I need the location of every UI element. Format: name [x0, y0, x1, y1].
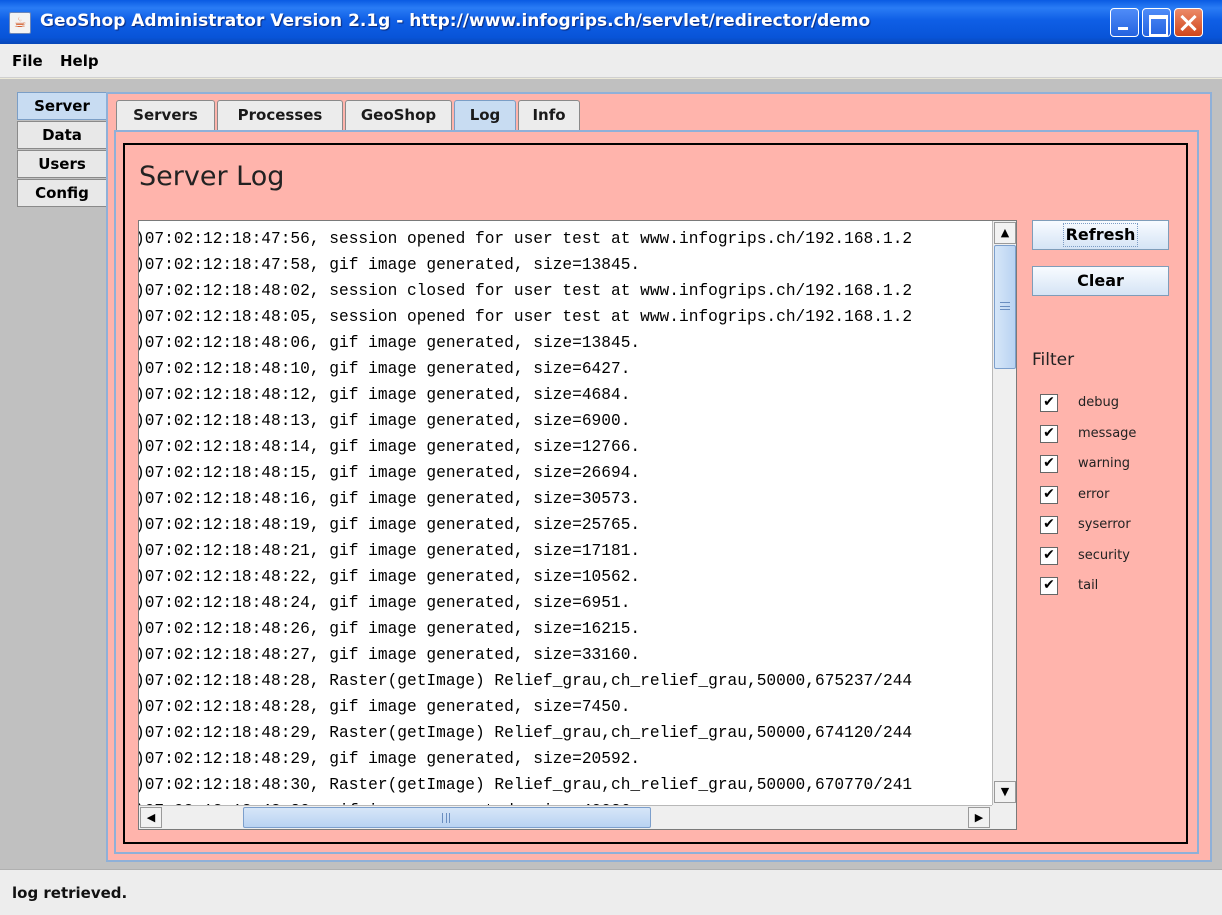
menu-file[interactable]: File: [12, 52, 43, 70]
menu-bar: File Help: [0, 44, 1222, 78]
log-line: )07:02:12:18:48:30, Raster(getImage) Rel…: [139, 776, 913, 794]
log-line: )07:02:12:18:48:30, gif image generated,…: [139, 798, 912, 805]
log-line: )07:02:12:18:47:58, gif image generated,…: [139, 256, 641, 274]
log-line: )07:02:12:18:48:06, gif image generated,…: [139, 334, 641, 352]
tab-processes[interactable]: Processes: [217, 100, 343, 130]
minimize-button[interactable]: [1110, 8, 1139, 37]
log-line: )07:02:12:18:48:15, gif image generated,…: [139, 464, 641, 482]
log-line: )07:02:12:18:48:12, gif image generated,…: [139, 386, 631, 404]
scroll-right-arrow-icon[interactable]: ▶: [968, 807, 990, 828]
log-viewport[interactable]: )07:02:12:18:47:56, session opened for u…: [139, 221, 992, 805]
log-line: )07:02:12:18:48:28, gif image generated,…: [139, 698, 631, 716]
log-line: )07:02:12:18:48:26, gif image generated,…: [139, 620, 641, 638]
java-cup-icon: ☕: [9, 12, 31, 34]
status-text: log retrieved.: [12, 884, 128, 902]
filter-checkbox-error[interactable]: ✔: [1040, 485, 1058, 504]
status-bar: log retrieved.: [0, 869, 1222, 915]
scroll-down-arrow-icon[interactable]: ▼: [994, 781, 1016, 803]
tab-info[interactable]: Info: [518, 100, 580, 130]
title-bar[interactable]: ☕ GeoShop Administrator Version 2.1g - h…: [0, 0, 1222, 44]
filter-checkbox-syserror[interactable]: ✔: [1040, 516, 1058, 534]
vertical-scroll-thumb[interactable]: [994, 245, 1016, 369]
log-line: )07:02:12:18:48:21, gif image generated,…: [139, 542, 641, 560]
page-title: Server Log: [139, 161, 285, 192]
side-tab-users[interactable]: Users: [17, 150, 106, 178]
filter-label-debug: debug: [1078, 395, 1119, 410]
clear-button[interactable]: Clear: [1032, 266, 1169, 296]
menu-help[interactable]: Help: [60, 52, 99, 70]
filter-checkbox-security[interactable]: ✔: [1040, 546, 1058, 565]
log-line: )07:02:12:18:48:28, Raster(getImage) Rel…: [139, 672, 913, 690]
scroll-up-arrow-icon[interactable]: ▲: [994, 222, 1016, 244]
tab-geoshop[interactable]: GeoShop: [345, 100, 452, 130]
log-line: )07:02:12:18:48:16, gif image generated,…: [139, 490, 641, 508]
side-tab-server[interactable]: Server: [17, 92, 106, 120]
refresh-button[interactable]: Refresh: [1032, 220, 1169, 250]
log-line: )07:02:12:18:48:13, gif image generated,…: [139, 412, 631, 430]
side-tab-data[interactable]: Data: [17, 121, 106, 149]
log-text-area[interactable]: )07:02:12:18:47:56, session opened for u…: [138, 220, 1017, 830]
log-line: )07:02:12:18:48:29, Raster(getImage) Rel…: [139, 724, 913, 742]
log-lines: )07:02:12:18:47:56, session opened for u…: [139, 226, 912, 805]
horizontal-scroll-thumb[interactable]: [243, 807, 651, 828]
log-line: )07:02:12:18:48:22, gif image generated,…: [139, 568, 641, 586]
filter-label-warning: warning: [1078, 456, 1131, 471]
log-line: )07:02:12:18:48:19, gif image generated,…: [139, 516, 641, 534]
refresh-button-label: Refresh: [1062, 223, 1139, 247]
log-line: )07:02:12:18:48:10, gif image generated,…: [139, 360, 631, 378]
tab-log[interactable]: Log: [454, 100, 516, 130]
log-line: )07:02:12:18:47:56, session opened for u…: [139, 230, 913, 248]
filter-checkbox-debug[interactable]: ✔: [1040, 394, 1058, 412]
window-title: GeoShop Administrator Version 2.1g - htt…: [40, 11, 871, 31]
log-line: )07:02:12:18:48:02, session closed for u…: [139, 282, 913, 300]
side-tab-config[interactable]: Config: [17, 179, 106, 207]
grip-icon: [1000, 302, 1010, 310]
filter-label-syserror: syserror: [1078, 517, 1131, 532]
tab-servers[interactable]: Servers: [116, 100, 215, 130]
filter-checkbox-tail[interactable]: ✔: [1040, 577, 1058, 595]
log-line: )07:02:12:18:48:05, session opened for u…: [139, 308, 913, 326]
filter-label-security: security: [1078, 547, 1130, 563]
vertical-scrollbar[interactable]: ▲ ▼: [992, 221, 1016, 805]
filter-label-error: error: [1078, 486, 1110, 502]
scroll-left-arrow-icon[interactable]: ◀: [140, 807, 162, 828]
grip-icon: [442, 813, 450, 823]
close-button[interactable]: [1174, 8, 1203, 37]
filter-checkbox-message[interactable]: ✔: [1040, 424, 1058, 443]
filter-label-tail: tail: [1078, 578, 1099, 593]
maximize-button[interactable]: [1142, 8, 1171, 37]
filter-checkbox-warning[interactable]: ✔: [1040, 455, 1058, 473]
scroll-corner: [992, 805, 1016, 829]
horizontal-scrollbar[interactable]: ◀ ▶: [139, 805, 992, 829]
filter-heading: Filter: [1032, 350, 1075, 370]
log-line: )07:02:12:18:48:14, gif image generated,…: [139, 438, 641, 456]
filter-label-message: message: [1078, 425, 1137, 441]
log-line: )07:02:12:18:48:29, gif image generated,…: [139, 750, 641, 768]
log-line: )07:02:12:18:48:27, gif image generated,…: [139, 646, 641, 664]
log-line: )07:02:12:18:48:24, gif image generated,…: [139, 594, 631, 612]
